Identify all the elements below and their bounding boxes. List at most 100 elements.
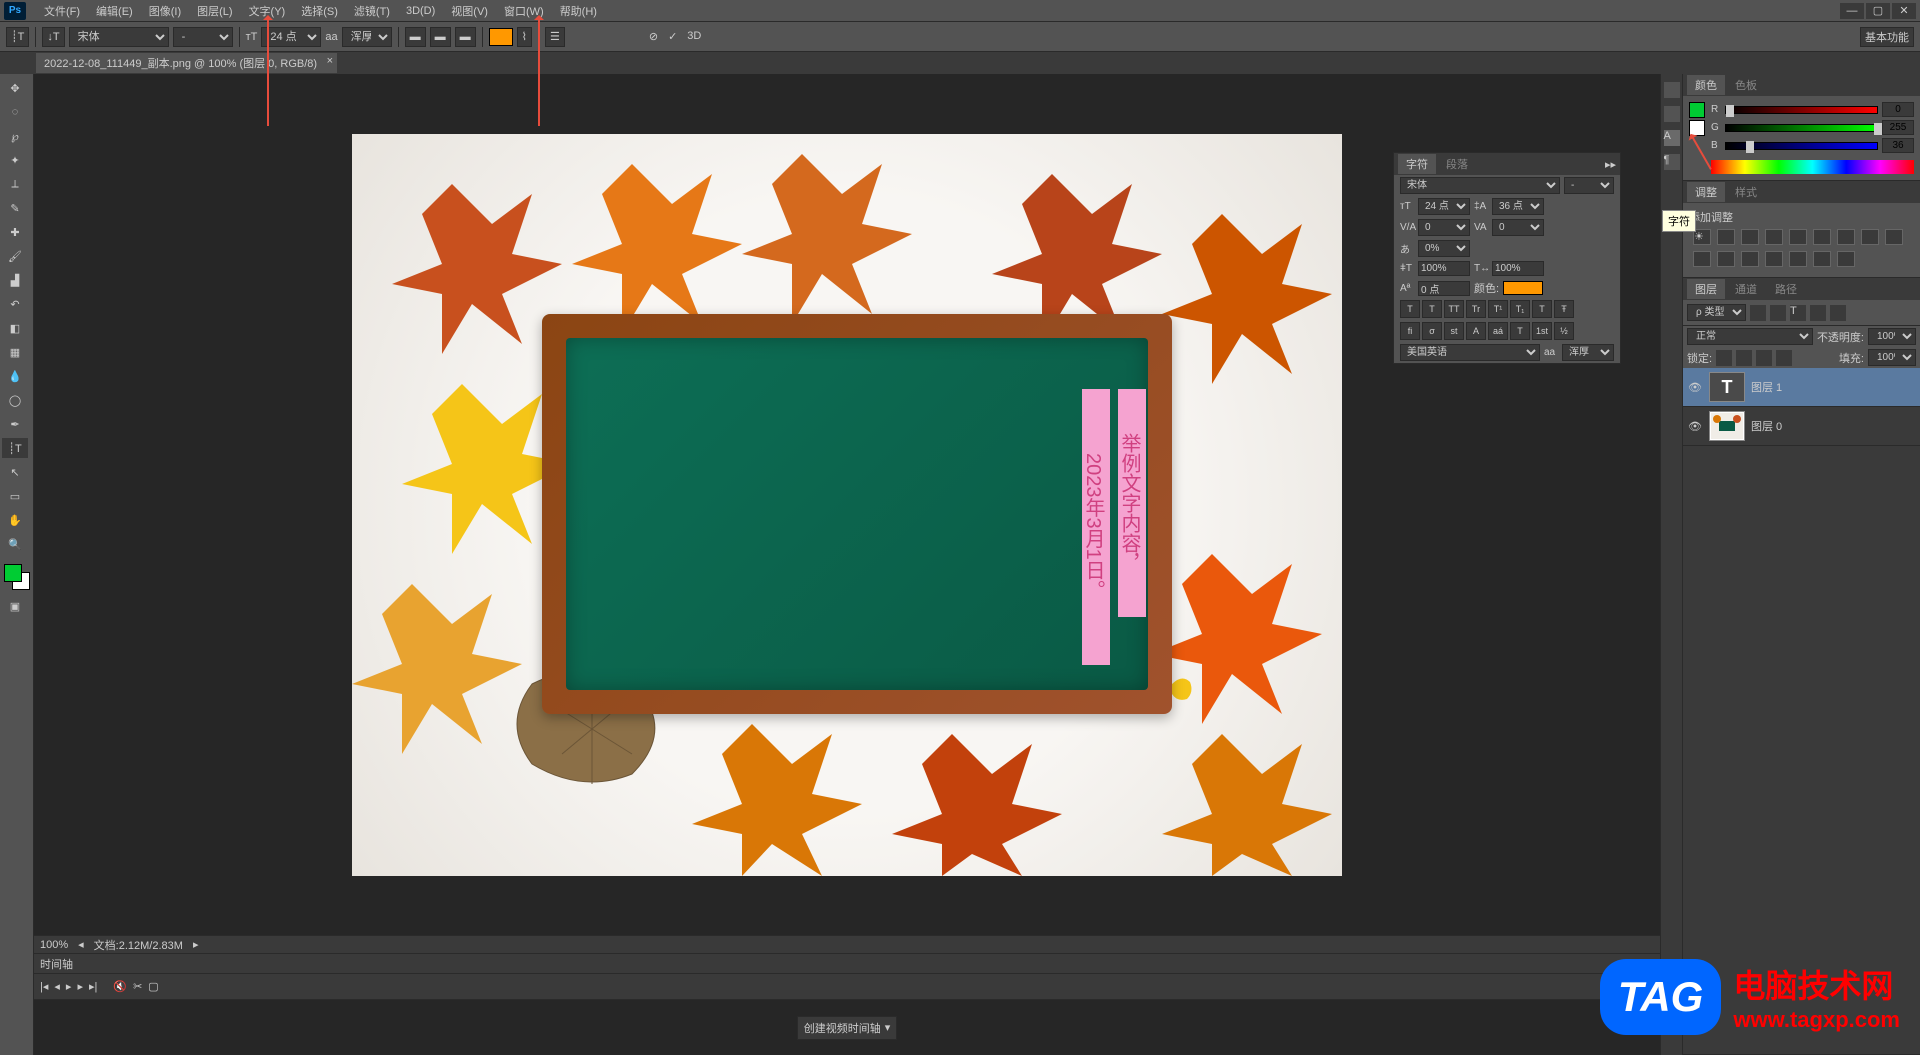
timeline-split[interactable]: ✂ xyxy=(133,980,142,993)
create-video-timeline-button[interactable]: 创建视频时间轴▾ xyxy=(797,1016,898,1040)
invert-adj-icon[interactable] xyxy=(1741,251,1759,267)
char-color-swatch[interactable] xyxy=(1503,281,1543,295)
dodge-tool[interactable]: ◯ xyxy=(2,390,28,410)
swash-btn[interactable]: A xyxy=(1466,322,1486,340)
warp-text-button[interactable]: ⌇ xyxy=(517,27,532,47)
underline-btn[interactable]: T xyxy=(1532,300,1552,318)
text-orientation-toggle[interactable]: ┊T xyxy=(6,27,29,47)
timeline-panel-header[interactable]: 时间轴 xyxy=(34,953,1660,973)
font-style-select[interactable]: - xyxy=(173,27,233,47)
font-family-select[interactable]: 宋体 xyxy=(69,27,169,47)
char-vscale-input[interactable] xyxy=(1418,261,1470,276)
faux-italic-btn[interactable]: T xyxy=(1422,300,1442,318)
menu-3d[interactable]: 3D(D) xyxy=(398,3,443,19)
channelmixer-adj-icon[interactable] xyxy=(1693,251,1711,267)
opacity-input[interactable]: 100% xyxy=(1868,328,1916,345)
magic-wand-tool[interactable]: ✦ xyxy=(2,150,28,170)
fill-input[interactable]: 100% xyxy=(1868,349,1916,366)
menu-view[interactable]: 视图(V) xyxy=(443,1,496,21)
path-selection-tool[interactable]: ↖ xyxy=(2,462,28,482)
minimize-button[interactable]: — xyxy=(1840,3,1864,19)
canvas[interactable]: 举例文字内容， 2023年3月1日。 xyxy=(352,134,1342,876)
filter-type-icon[interactable]: T xyxy=(1790,305,1806,321)
discretionary-btn[interactable]: st xyxy=(1444,322,1464,340)
align-bottom-button[interactable]: ▬ xyxy=(455,27,476,47)
timeline-prev-frame[interactable]: ◂ xyxy=(54,980,60,993)
titling-btn[interactable]: T xyxy=(1510,322,1530,340)
rectangle-tool[interactable]: ▭ xyxy=(2,486,28,506)
brush-tool[interactable]: 🖌 xyxy=(2,246,28,266)
b-slider[interactable] xyxy=(1725,142,1878,150)
menu-layer[interactable]: 图层(L) xyxy=(189,1,240,21)
type-tool[interactable]: ┊T xyxy=(2,438,28,458)
3d-button[interactable]: 3D xyxy=(687,30,701,43)
swatches-tab[interactable]: 色板 xyxy=(1727,75,1765,95)
channels-tab[interactable]: 通道 xyxy=(1727,279,1765,299)
colorlookup-adj-icon[interactable] xyxy=(1717,251,1735,267)
history-brush-tool[interactable]: ↶ xyxy=(2,294,28,314)
filter-shape-icon[interactable] xyxy=(1810,305,1826,321)
char-tsume-input[interactable]: 0% xyxy=(1418,240,1470,257)
char-aa-select[interactable]: 浑厚 xyxy=(1562,344,1614,361)
fractions-btn[interactable]: ½ xyxy=(1554,322,1574,340)
b-value[interactable] xyxy=(1882,138,1914,153)
menu-select[interactable]: 选择(S) xyxy=(293,1,346,21)
crop-tool[interactable]: ⟂ xyxy=(2,174,28,194)
contextual-btn[interactable]: σ xyxy=(1422,322,1442,340)
g-slider[interactable] xyxy=(1725,124,1878,132)
adjustments-tab[interactable]: 调整 xyxy=(1687,182,1725,202)
char-panel-button[interactable]: ☰ xyxy=(545,27,565,47)
char-size-input[interactable]: 24 点 xyxy=(1418,198,1470,215)
blur-tool[interactable]: 💧 xyxy=(2,366,28,386)
menu-image[interactable]: 图像(I) xyxy=(141,1,189,21)
layer-item[interactable]: 👁 T 图层 1 xyxy=(1683,368,1920,407)
hue-adj-icon[interactable] xyxy=(1813,229,1831,245)
timeline-audio[interactable]: 🔇 xyxy=(113,980,127,993)
character-tab[interactable]: 字符 xyxy=(1398,154,1436,174)
photofilter-adj-icon[interactable] xyxy=(1885,229,1903,245)
menu-help[interactable]: 帮助(H) xyxy=(552,1,605,21)
dock-paragraph-icon[interactable]: ¶ xyxy=(1664,154,1680,170)
char-baseline-input[interactable] xyxy=(1418,281,1470,296)
smallcaps-btn[interactable]: Tr xyxy=(1466,300,1486,318)
gradientmap-adj-icon[interactable] xyxy=(1813,251,1831,267)
lock-all-icon[interactable] xyxy=(1776,350,1792,366)
zoom-tool[interactable]: 🔍 xyxy=(2,534,28,554)
stylistic-btn[interactable]: aá xyxy=(1488,322,1508,340)
timeline-next-frame[interactable]: ▸ xyxy=(77,980,83,993)
curves-adj-icon[interactable] xyxy=(1741,229,1759,245)
threshold-adj-icon[interactable] xyxy=(1789,251,1807,267)
filter-pixel-icon[interactable] xyxy=(1750,305,1766,321)
document-tab[interactable]: 2022-12-08_111449_副本.png @ 100% (图层 0, R… xyxy=(36,53,337,73)
char-tracking-input[interactable]: 0 xyxy=(1492,219,1544,236)
layer-name[interactable]: 图层 0 xyxy=(1751,418,1782,434)
move-tool[interactable]: ✥ xyxy=(2,78,28,98)
char-hscale-input[interactable] xyxy=(1492,261,1544,276)
visibility-toggle[interactable]: 👁 xyxy=(1687,379,1703,395)
layer-item[interactable]: 👁 图层 0 xyxy=(1683,407,1920,446)
char-leading-input[interactable]: 36 点 xyxy=(1492,198,1544,215)
levels-adj-icon[interactable] xyxy=(1717,229,1735,245)
timeline-last-frame[interactable]: ▸| xyxy=(89,980,97,993)
paragraph-tab[interactable]: 段落 xyxy=(1438,154,1476,174)
gradient-tool[interactable]: ▦ xyxy=(2,342,28,362)
visibility-toggle[interactable]: 👁 xyxy=(1687,418,1703,434)
lock-pixels-icon[interactable] xyxy=(1736,350,1752,366)
align-middle-button[interactable]: ▬ xyxy=(430,27,451,47)
text-color-swatch[interactable] xyxy=(489,28,513,46)
eyedropper-tool[interactable]: ✎ xyxy=(2,198,28,218)
font-size-select[interactable]: 24 点 xyxy=(261,27,321,47)
char-font-select[interactable]: 宋体 xyxy=(1400,177,1560,194)
char-kerning-input[interactable]: 0 xyxy=(1418,219,1470,236)
ordinals-btn[interactable]: 1st xyxy=(1532,322,1552,340)
filter-smart-icon[interactable] xyxy=(1830,305,1846,321)
menu-file[interactable]: 文件(F) xyxy=(36,1,88,21)
styles-tab[interactable]: 样式 xyxy=(1727,182,1765,202)
dock-character-icon[interactable]: A xyxy=(1664,130,1680,146)
color-tab[interactable]: 颜色 xyxy=(1687,75,1725,95)
blend-mode-select[interactable]: 正常 xyxy=(1687,328,1813,345)
marquee-tool[interactable]: ◌ xyxy=(2,102,28,122)
fg-swatch[interactable] xyxy=(1689,102,1705,118)
char-style-select[interactable]: - xyxy=(1564,177,1614,194)
lock-transparent-icon[interactable] xyxy=(1716,350,1732,366)
